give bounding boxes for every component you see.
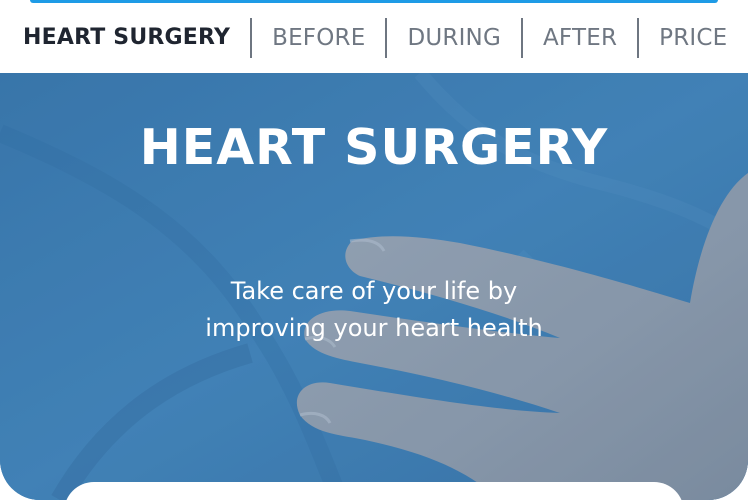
tab-heart-surgery[interactable]: HEART SURGERY (23, 27, 230, 49)
tab-divider (385, 18, 388, 58)
screen: HEART SURGERY BEFORE DURING AFTER PRICE (0, 0, 748, 500)
tab-divider (521, 18, 523, 58)
tab-after[interactable]: AFTER (543, 26, 617, 50)
section-tab-bar: HEART SURGERY BEFORE DURING AFTER PRICE (0, 3, 748, 73)
tab-during[interactable]: DURING (407, 26, 501, 50)
tab-before[interactable]: BEFORE (272, 26, 365, 50)
tab-divider (250, 18, 253, 58)
hero-title: HEART SURGERY (139, 119, 609, 176)
hero-subtitle: Take care of your life by improving your… (205, 277, 543, 342)
tab-price[interactable]: PRICE (659, 26, 727, 50)
hero-banner: HEART SURGERY Take care of your life by … (0, 73, 748, 500)
tab-divider (637, 18, 640, 58)
content-card-edge (64, 482, 684, 500)
